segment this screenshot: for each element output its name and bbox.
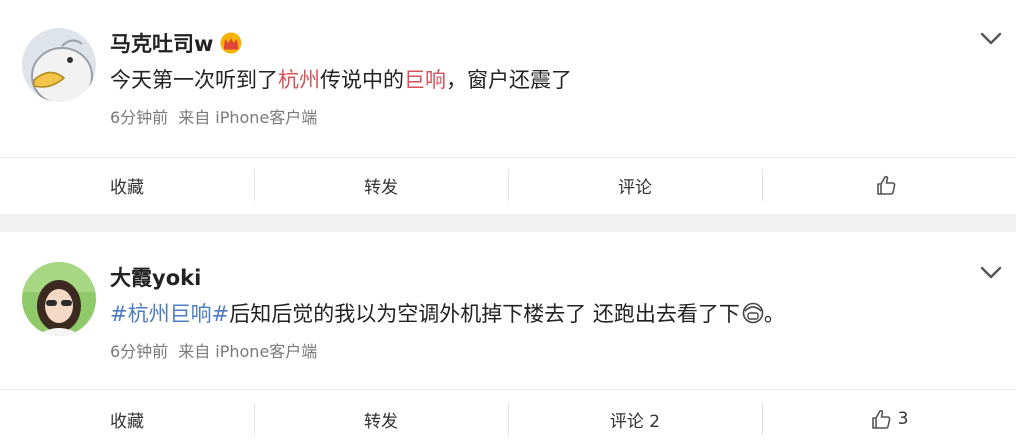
like-button[interactable] (762, 163, 1016, 207)
username-row: 马克吐司w (110, 28, 243, 58)
post-time: 6分钟前 (110, 342, 169, 361)
weibo-post: 大霞yoki #杭州巨响#后知后觉的我以为空调外机掉下楼去了 还跑出去看了下。 … (0, 232, 1016, 444)
face-mask-emoji-icon (742, 302, 764, 324)
post-text: #杭州巨响#后知后觉的我以为空调外机掉下楼去了 还跑出去看了下。 (110, 302, 785, 326)
username[interactable]: 大霞yoki (110, 262, 201, 292)
divider (0, 157, 1016, 158)
comment-button[interactable]: 评论 (508, 163, 762, 207)
comment-button[interactable]: 评论 2 (508, 397, 762, 441)
repost-button[interactable]: 转发 (254, 163, 508, 207)
chevron-down-icon[interactable] (980, 266, 1002, 280)
highlight-keyword[interactable]: 杭州 (278, 68, 320, 92)
post-time: 6分钟前 (110, 108, 169, 127)
post-source: 来自 iPhone客户端 (178, 342, 318, 361)
post-meta: 6分钟前 来自 iPhone客户端 (110, 104, 317, 128)
divider (0, 389, 1016, 390)
thumbs-up-icon (877, 175, 896, 195)
thumbs-up-icon (871, 409, 890, 429)
post-source: 来自 iPhone客户端 (178, 108, 318, 127)
avatar[interactable] (22, 28, 96, 102)
repost-button[interactable]: 转发 (254, 397, 508, 441)
action-bar: 收藏 转发 评论 (0, 163, 1016, 207)
avatar[interactable] (22, 262, 96, 336)
username[interactable]: 马克吐司w (110, 28, 213, 58)
chevron-down-icon[interactable] (980, 32, 1002, 46)
favorite-button[interactable]: 收藏 (0, 163, 254, 207)
action-bar: 收藏 转发 评论 2 3 (0, 397, 1016, 441)
like-count: 3 (897, 409, 909, 429)
post-separator (0, 214, 1016, 232)
highlight-keyword[interactable]: 巨响 (404, 68, 446, 92)
weibo-post: 马克吐司w 今天第一次听到了杭州传说中的巨响，窗户还震了 6分钟前 来自 iPho… (0, 0, 1016, 214)
username-row: 大霞yoki (110, 262, 201, 292)
like-button[interactable]: 3 (762, 397, 1016, 441)
hashtag[interactable]: #杭州巨响# (110, 302, 229, 326)
crown-icon (219, 32, 243, 54)
favorite-button[interactable]: 收藏 (0, 397, 254, 441)
post-meta: 6分钟前 来自 iPhone客户端 (110, 338, 317, 362)
post-text: 今天第一次听到了杭州传说中的巨响，窗户还震了 (110, 68, 572, 92)
